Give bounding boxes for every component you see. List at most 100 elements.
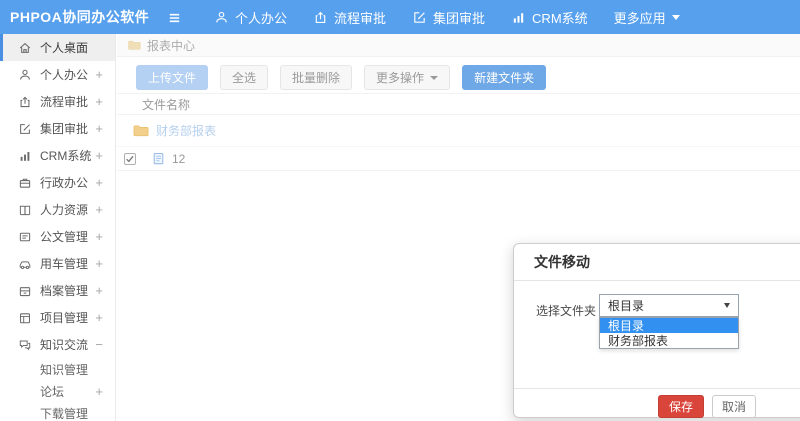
file-table: 文件名称 财务部报表 12 [117,93,800,171]
dropdown-option-finance-reports[interactable]: 财务部报表 [600,333,738,348]
expand-toggle[interactable]: + [95,284,103,297]
project-board-icon [18,311,32,325]
sidebar-item-label: 个人桌面 [40,41,89,55]
sidebar-item-personal-desktop[interactable]: 个人桌面 [0,34,115,61]
topnav-label: 更多应用 [613,10,666,26]
button-label: 新建文件夹 [474,71,535,85]
app-window: PHPOA协同办公软件 个人办公 流程审批 集团审批 CRM系统 更多应用 个人… [0,0,800,421]
sidebar-item-label: 知识交流 [40,338,89,352]
user-icon [214,10,229,25]
batch-delete-button[interactable]: 批量删除 [280,65,353,90]
sidebar-item-workflow-approval[interactable]: 流程审批 + [0,88,115,115]
expand-toggle[interactable]: + [95,68,103,81]
file-document-icon [151,151,166,166]
topnav-workflow-approval[interactable]: 流程审批 [313,8,386,27]
expand-toggle[interactable]: + [95,122,103,135]
sidebar-item-crm-system[interactable]: CRM系统 + [0,142,115,169]
topnav-label: 集团审批 [433,10,486,26]
briefcase-icon [18,176,32,190]
collapse-toggle[interactable]: − [95,338,103,351]
topnav: 个人办公 流程审批 集团审批 CRM系统 更多应用 [214,8,680,27]
toolbar: 上传文件 全选 批量删除 更多操作 新建文件夹 [136,65,800,90]
button-label: 上传文件 [148,71,197,85]
select-folder-label: 选择文件夹 [536,304,597,318]
topnav-group-approval[interactable]: 集团审批 [412,8,485,27]
sidebar-item-label: 人力资源 [40,203,89,217]
modal-header: 文件移动 [514,244,800,281]
column-header-file-name: 文件名称 [142,97,191,112]
sidebar-item-label: 流程审批 [40,95,89,109]
table-row-folder[interactable]: 财务部报表 [117,115,800,147]
topnav-label: CRM系统 [532,10,588,26]
row-checkbox[interactable] [124,152,136,165]
breadcrumb-current: 报表中心 [147,38,196,53]
more-operations-button[interactable]: 更多操作 [364,65,451,90]
topnav-personal-office[interactable]: 个人办公 [214,8,287,27]
sidebar-item-archive-mgmt[interactable]: 档案管理 + [0,277,115,304]
sidebar-item-hr[interactable]: 人力资源 + [0,196,115,223]
expand-toggle[interactable]: + [95,203,103,216]
archive-icon [18,284,32,298]
sidebar-subitem-label: 论坛 [40,384,65,399]
sidebar-item-label: 集团审批 [40,122,89,136]
sidebar-item-document-mgmt[interactable]: 公文管理 + [0,223,115,250]
button-label: 全选 [232,71,257,85]
folder-select[interactable]: 根目录 [599,294,739,317]
topnav-crm-system[interactable]: CRM系统 [511,8,588,27]
folder-icon [132,122,149,139]
topbar: PHPOA协同办公软件 个人办公 流程审批 集团审批 CRM系统 更多应用 [0,0,800,34]
modal-footer-divider [514,388,800,389]
button-label: 更多操作 [376,71,425,85]
sidebar-item-project-mgmt[interactable]: 项目管理 + [0,304,115,331]
expand-toggle[interactable]: + [95,176,103,189]
document-icon [18,230,32,244]
folder-link[interactable]: 财务部报表 [156,122,216,139]
expand-toggle[interactable]: + [95,230,103,243]
sidebar-subitem-label: 知识管理 [40,362,89,377]
modal-title: 文件移动 [534,254,590,270]
user-icon [18,68,32,82]
sidebar-item-admin-office[interactable]: 行政办公 + [0,169,115,196]
topnav-more-apps[interactable]: 更多应用 [614,8,680,27]
caret-down-icon [430,75,439,80]
workflow-icon [18,95,32,109]
cancel-button[interactable]: 取消 [712,395,757,418]
file-table-header: 文件名称 [117,93,800,115]
bar-chart-icon [18,149,32,163]
sidebar-item-label: 用车管理 [40,257,89,271]
save-button[interactable]: 保存 [658,395,705,418]
hamburger-icon [167,10,182,25]
book-icon [18,203,32,217]
expand-toggle[interactable]: + [95,95,103,108]
sidebar-item-personal-office[interactable]: 个人办公 + [0,61,115,88]
table-row-file[interactable]: 12 [117,147,800,171]
expand-toggle[interactable]: + [95,149,103,162]
sidebar-subitem-forum[interactable]: 论坛 + [0,380,115,402]
expand-toggle[interactable]: + [95,385,103,398]
select-all-button[interactable]: 全选 [220,65,269,90]
expand-toggle[interactable]: + [95,311,103,324]
sidebar-item-label: 项目管理 [40,311,89,325]
sidebar: 个人桌面 个人办公 + 流程审批 + 集团审批 + CRM系统 + 行政办公 +… [0,34,116,421]
workflow-icon [313,10,328,25]
topnav-label: 个人办公 [235,10,288,26]
file-link[interactable]: 12 [172,152,185,166]
menu-toggle-button[interactable] [160,3,188,31]
sidebar-subitem-knowledge-mgmt[interactable]: 知识管理 [0,358,115,380]
upload-file-button[interactable]: 上传文件 [136,65,209,90]
sidebar-item-label: 档案管理 [40,284,89,298]
dropdown-option-root[interactable]: 根目录 [600,318,738,333]
sidebar-item-group-approval[interactable]: 集团审批 + [0,115,115,142]
sidebar-item-label: 公文管理 [40,230,89,244]
expand-toggle[interactable]: + [95,257,103,270]
file-move-modal: 文件移动 选择文件夹 根目录 根目录 财务部报表 保存 取消 [513,243,800,418]
edit-square-icon [412,10,427,25]
sidebar-item-knowledge-exchange[interactable]: 知识交流 − [0,331,115,358]
sidebar-subitem-download-mgmt[interactable]: 下载管理 [0,402,115,421]
caret-down-icon [724,303,730,308]
breadcrumb: 报表中心 [117,34,800,57]
new-folder-button[interactable]: 新建文件夹 [462,65,547,90]
selected-value: 根目录 [608,299,645,313]
caret-down-icon [671,14,680,20]
sidebar-item-vehicle-mgmt[interactable]: 用车管理 + [0,250,115,277]
